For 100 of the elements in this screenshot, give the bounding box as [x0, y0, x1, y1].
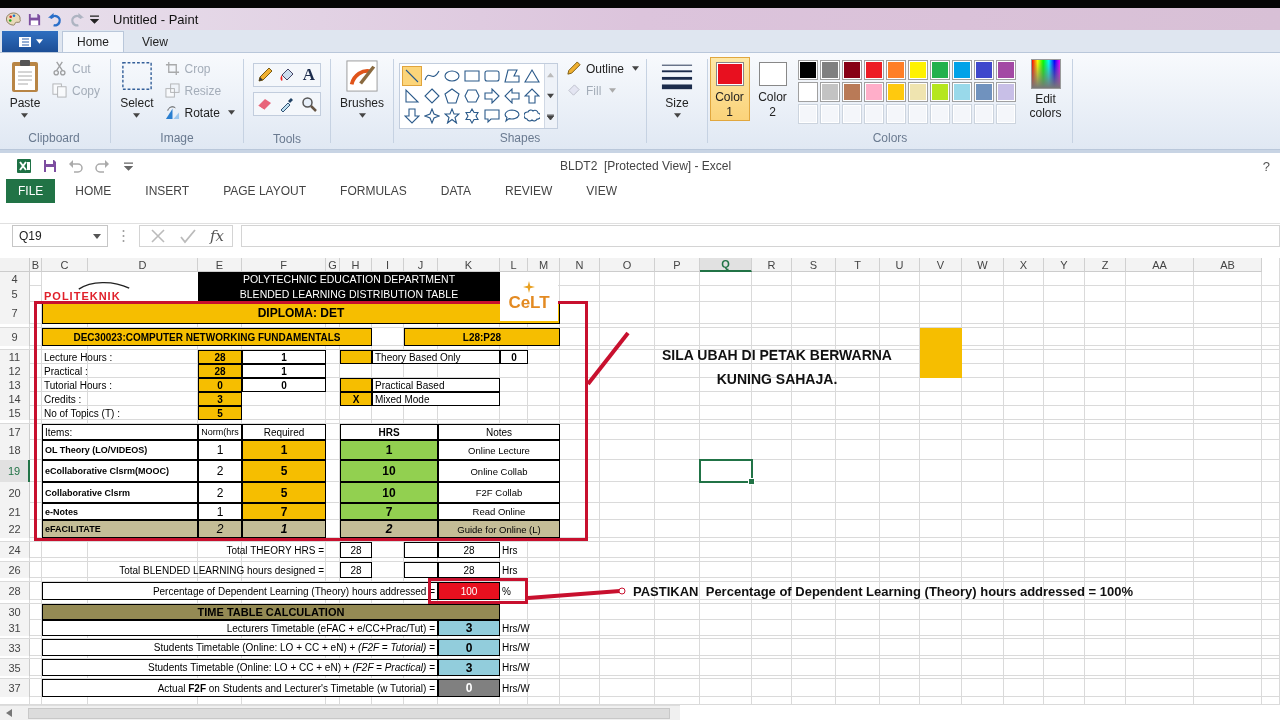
- row-number[interactable]: 37: [0, 679, 30, 697]
- color-swatch[interactable]: [907, 60, 928, 80]
- size-button[interactable]: Size: [658, 57, 696, 120]
- input-cell[interactable]: 0: [198, 378, 242, 392]
- ribbon-tab[interactable]: Home: [62, 31, 124, 52]
- select-button[interactable]: Select: [117, 57, 157, 120]
- row-number[interactable]: 12: [0, 364, 30, 378]
- mode-input-cell[interactable]: [340, 378, 372, 392]
- input-cell[interactable]: 1: [242, 520, 326, 538]
- row-number[interactable]: 33: [0, 639, 30, 656]
- check-icon[interactable]: [180, 228, 196, 244]
- customize-caret-icon[interactable]: [90, 14, 99, 24]
- row-number[interactable]: 28: [0, 582, 30, 600]
- color-swatch[interactable]: [907, 82, 928, 102]
- column-header[interactable]: V: [920, 258, 962, 272]
- row-number[interactable]: 13: [0, 378, 30, 392]
- input-cell[interactable]: 28: [198, 364, 242, 378]
- color-swatch[interactable]: [951, 82, 972, 102]
- palette-icon[interactable]: [6, 11, 21, 27]
- right-triangle-shape-icon[interactable]: [402, 86, 422, 106]
- color-swatch[interactable]: [885, 60, 906, 80]
- row-number[interactable]: 24: [0, 542, 30, 558]
- row-number[interactable]: 11: [0, 350, 30, 364]
- row-number[interactable]: 20: [0, 482, 30, 503]
- row-number[interactable]: 4: [0, 272, 30, 286]
- row-number[interactable]: 14: [0, 392, 30, 406]
- star6-shape-icon[interactable]: [462, 106, 482, 126]
- input-cell[interactable]: 5: [242, 460, 326, 482]
- polygon-shape-icon[interactable]: [502, 66, 522, 86]
- column-header[interactable]: B: [30, 258, 42, 272]
- color-swatch[interactable]: [995, 82, 1016, 102]
- mode-input-cell[interactable]: X: [340, 392, 372, 406]
- save-icon[interactable]: [42, 158, 58, 174]
- row-number[interactable]: 21: [0, 503, 30, 520]
- column-header[interactable]: Q: [700, 258, 752, 272]
- column-header[interactable]: S: [792, 258, 836, 272]
- row-number[interactable]: 7: [0, 302, 30, 324]
- scroll-down-icon[interactable]: [547, 93, 555, 99]
- column-header[interactable]: L: [500, 258, 528, 272]
- column-header[interactable]: W: [962, 258, 1004, 272]
- undo-icon[interactable]: [68, 158, 84, 174]
- outline-button[interactable]: Outline: [564, 59, 641, 78]
- rotate-button[interactable]: Rotate: [162, 103, 237, 122]
- color-swatch[interactable]: [973, 60, 994, 80]
- color-swatch[interactable]: [863, 60, 884, 80]
- ribbon-tab[interactable]: DATA: [426, 179, 485, 203]
- mode-input-cell[interactable]: [340, 350, 372, 364]
- column-header[interactable]: Y: [1044, 258, 1085, 272]
- color-swatch[interactable]: [973, 82, 994, 102]
- app-menu-button[interactable]: [2, 31, 58, 52]
- save-icon[interactable]: [27, 11, 42, 27]
- ribbon-tab[interactable]: View: [128, 31, 182, 52]
- ribbon-tab[interactable]: HOME: [61, 179, 126, 203]
- color-swatch[interactable]: [929, 82, 950, 102]
- input-cell[interactable]: 5: [198, 406, 242, 420]
- row-number[interactable]: 26: [0, 562, 30, 578]
- column-header[interactable]: F: [242, 258, 326, 272]
- hexagon-shape-icon[interactable]: [462, 86, 482, 106]
- color-swatch[interactable]: [995, 60, 1016, 80]
- row-number[interactable]: 17: [0, 424, 30, 440]
- star4-shape-icon[interactable]: [422, 106, 442, 126]
- column-header[interactable]: C: [42, 258, 88, 272]
- color-swatch[interactable]: [819, 82, 840, 102]
- color-swatch[interactable]: [797, 60, 818, 80]
- column-header[interactable]: J: [404, 258, 438, 272]
- row-number[interactable]: 15: [0, 406, 30, 420]
- color-swatch[interactable]: [885, 82, 906, 102]
- column-header[interactable]: U: [880, 258, 920, 272]
- color-swatch[interactable]: [841, 60, 862, 80]
- customize-caret-icon[interactable]: [124, 161, 133, 171]
- ribbon-tab[interactable]: FORMULAS: [326, 179, 421, 203]
- scroll-left-icon[interactable]: [6, 709, 12, 717]
- more-icon[interactable]: [547, 114, 555, 121]
- row-number[interactable]: 35: [0, 659, 30, 676]
- name-box[interactable]: Q19: [12, 225, 108, 247]
- input-cell[interactable]: 5: [242, 482, 326, 503]
- input-cell[interactable]: 28: [198, 350, 242, 364]
- color-swatch[interactable]: [819, 60, 840, 80]
- column-header[interactable]: R: [752, 258, 792, 272]
- input-cell[interactable]: 3: [198, 392, 242, 406]
- diamond-shape-icon[interactable]: [422, 86, 442, 106]
- input-cell[interactable]: 7: [242, 503, 326, 520]
- undo-icon[interactable]: [48, 11, 63, 27]
- insert-function-button[interactable]: fx: [210, 227, 224, 245]
- ribbon-tab[interactable]: INSERT: [131, 179, 204, 203]
- color-swatch[interactable]: [929, 60, 950, 80]
- column-header[interactable]: E: [198, 258, 242, 272]
- arrow-down-shape-icon[interactable]: [402, 106, 422, 126]
- column-header[interactable]: K: [438, 258, 500, 272]
- spreadsheet-app-icon[interactable]: [16, 158, 32, 174]
- ribbon-tab[interactable]: PAGE LAYOUT: [209, 179, 321, 203]
- column-header[interactable]: T: [836, 258, 880, 272]
- color-swatch[interactable]: [797, 82, 818, 102]
- column-header[interactable]: M: [528, 258, 560, 272]
- row-number[interactable]: 9: [0, 328, 30, 346]
- column-header[interactable]: X: [1004, 258, 1044, 272]
- star5-shape-icon[interactable]: [442, 106, 462, 126]
- brushes-button[interactable]: Brushes: [337, 57, 387, 120]
- column-header[interactable]: D: [88, 258, 198, 272]
- row-number[interactable]: 19: [0, 460, 30, 482]
